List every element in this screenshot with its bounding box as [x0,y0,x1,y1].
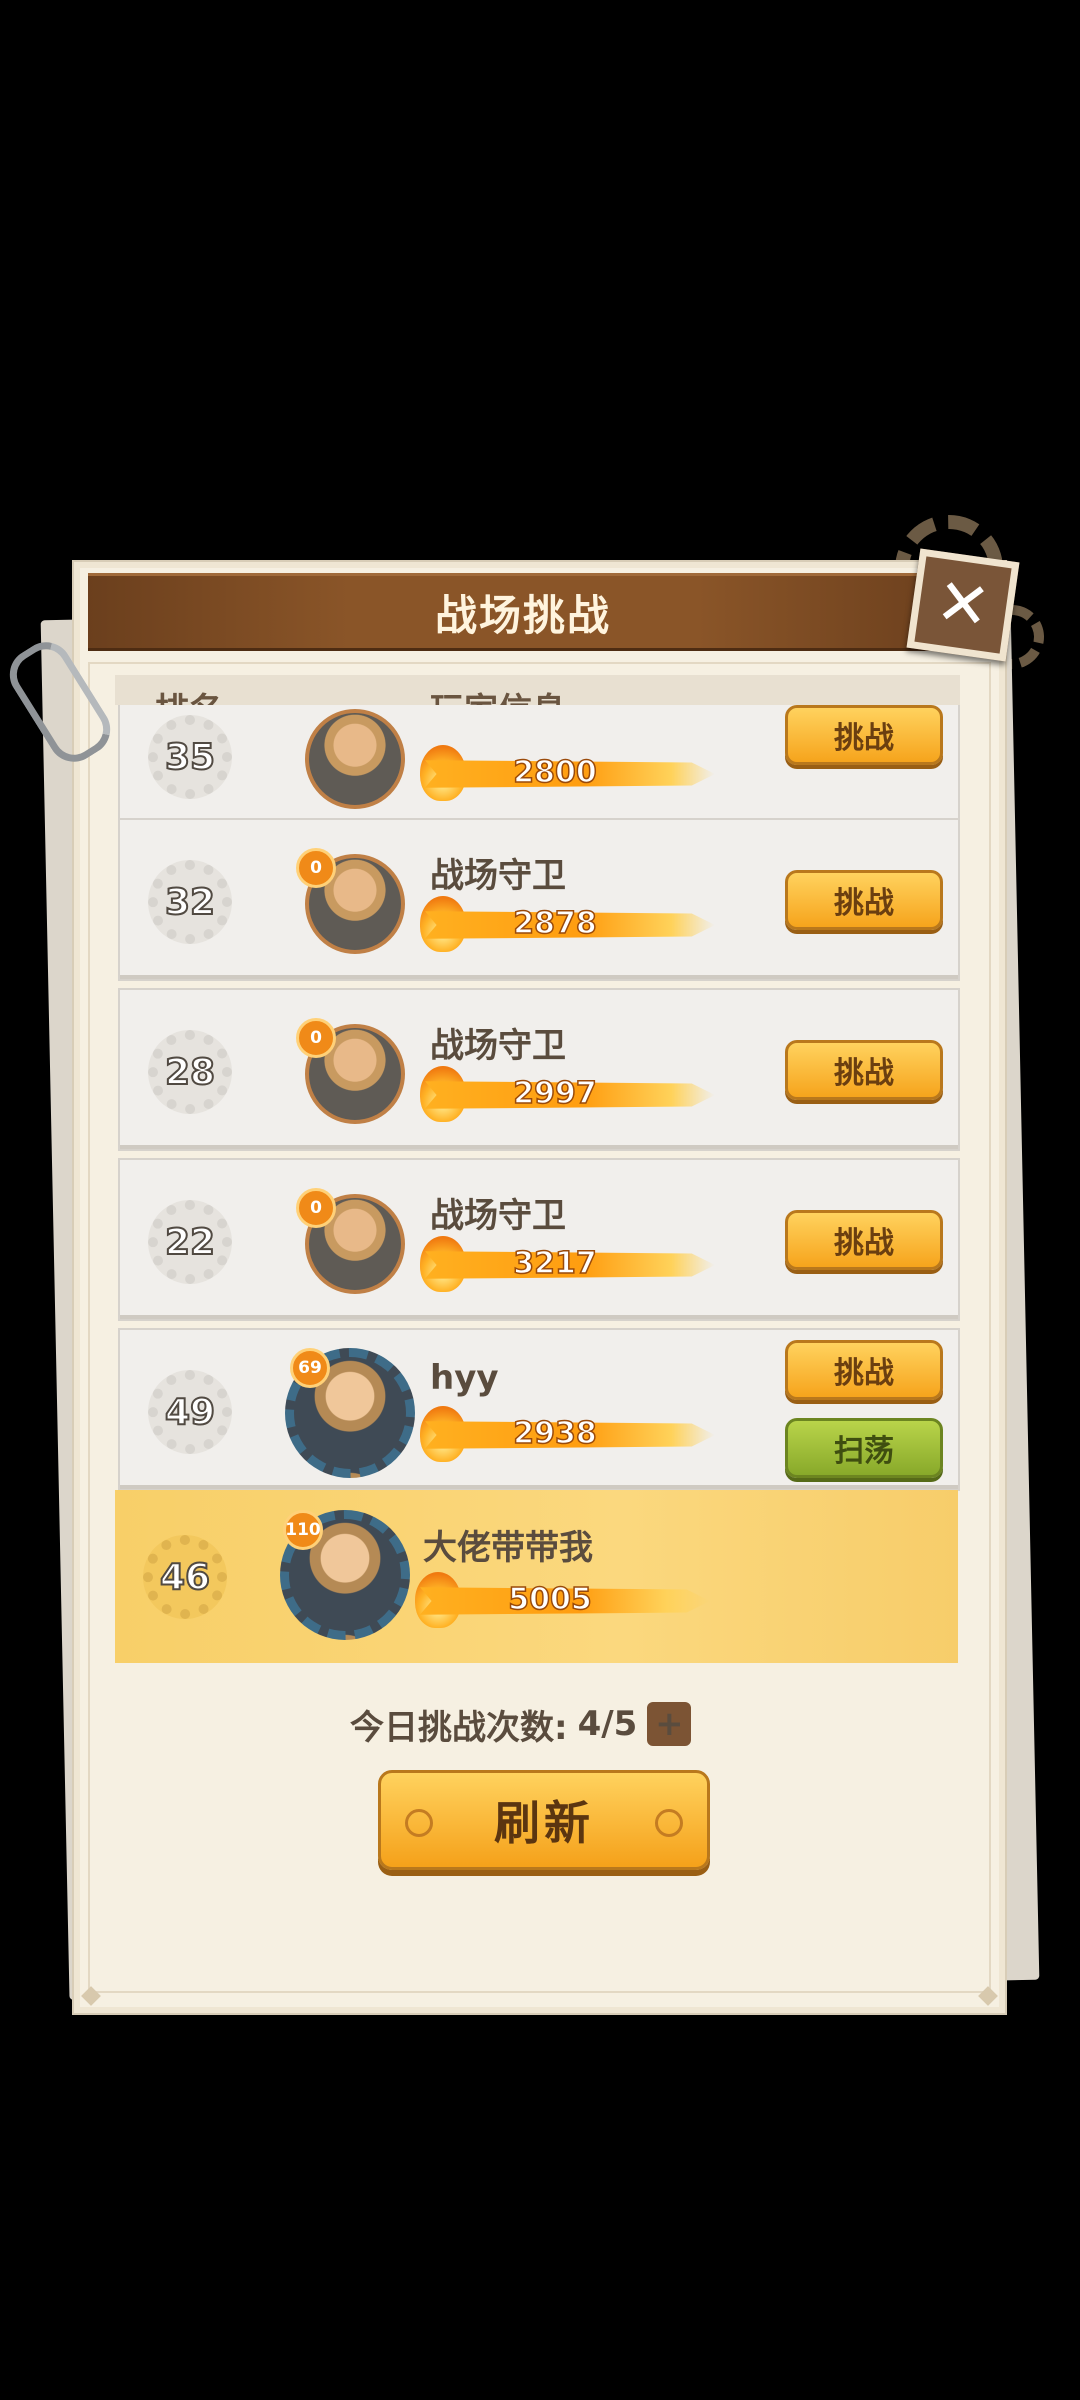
close-icon: ✕ [931,564,995,646]
rank-gear-icon: 46 [143,1535,227,1619]
rank-number: 22 [164,1221,216,1264]
table-row: 49 69 hyy 2938 挑战 扫荡 [118,1328,960,1491]
rank-gear-icon: 22 [148,1200,232,1284]
player-name: 战场守卫 [430,856,566,896]
rank-gear-icon: 35 [148,715,232,799]
challenge-button[interactable]: 挑战 [785,1210,943,1270]
avatar[interactable] [305,709,405,809]
rank-number: 49 [164,1391,216,1434]
table-row: 22 0 战场守卫 3217 挑战 [118,1158,960,1321]
button-decoration [405,1809,433,1837]
plus-icon: + [655,1704,684,1744]
table-row: 35 2800 挑战 [118,705,960,836]
player-name: 大佬带带我 [423,1528,593,1568]
power-value: 2800 [513,754,598,791]
rank-header: 排名 [155,683,223,705]
rank-number: 35 [164,736,216,779]
close-button[interactable]: ✕ [906,548,1020,662]
player-name: hyy [430,1358,499,1398]
table-row: 32 0 战场守卫 2878 挑战 [118,818,960,981]
table-row: 28 0 战场守卫 2997 挑战 [118,988,960,1151]
player-header: 玩家信息 [430,683,566,705]
level-badge: 0 [296,1188,336,1228]
level-badge: 110 [283,1510,323,1550]
challenge-button[interactable]: 挑战 [785,1340,943,1400]
button-decoration [655,1809,683,1837]
self-rank-row: 46 110 大佬带带我 5005 [115,1490,958,1663]
power-value: 3217 [513,1245,598,1282]
sweep-button[interactable]: 扫荡 [785,1418,943,1478]
player-name: 战场守卫 [430,1196,566,1236]
rank-gear-icon: 28 [148,1030,232,1114]
power-value: 2878 [513,905,598,942]
level-badge: 0 [296,848,336,888]
power-value: 2938 [513,1415,598,1452]
dialog-title: 战场挑战 [434,590,611,640]
challenge-button[interactable]: 挑战 [785,1040,943,1100]
rank-number: 32 [164,881,216,924]
player-name: 战场守卫 [430,1026,566,1066]
daily-challenge-count: 今日挑战次数: 4/5 + [350,1700,730,1748]
power-value: 2997 [513,1075,598,1112]
refresh-button[interactable]: 刷新 [378,1770,710,1870]
challenge-count-label: 今日挑战次数: [350,1707,568,1748]
power-value: 5005 [508,1581,593,1618]
rank-gear-icon: 49 [148,1370,232,1454]
dialog-title-bar: 战场挑战 [88,573,958,651]
list-header: 排名 玩家信息 [115,675,960,705]
level-badge: 0 [296,1018,336,1058]
level-badge: 69 [290,1348,330,1388]
refresh-label: 刷新 [494,1796,594,1850]
challenge-count-value: 4/5 [577,1704,638,1744]
add-attempts-button[interactable]: + [647,1702,692,1746]
rank-number: 46 [159,1556,211,1599]
challenge-button[interactable]: 挑战 [785,705,943,765]
challenge-button[interactable]: 挑战 [785,870,943,930]
rank-gear-icon: 32 [148,860,232,944]
rank-number: 28 [164,1051,216,1094]
